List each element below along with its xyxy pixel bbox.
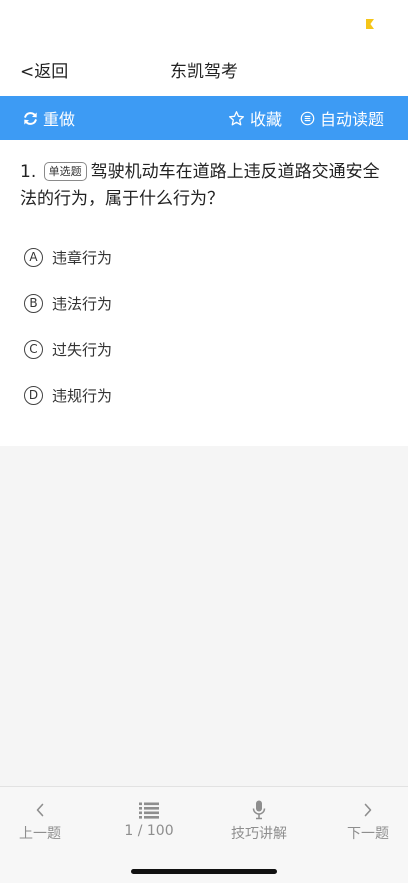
favorite-label: 收藏 [250,110,283,129]
option-b-text: 违法行为 [52,294,113,313]
star-outline-icon [228,110,245,127]
option-d-text: 违规行为 [52,386,113,405]
chevron-right-icon [323,799,408,821]
question-card: 1. 单选题 驾驶机动车在道路上违反道路交通安全法的行为，属于什么行为？ A 违章… [0,140,408,446]
list-icon [104,799,194,821]
option-a-text: 违章行为 [52,248,113,267]
redo-label: 重做 [43,110,76,129]
option-d[interactable]: D 违规行为 [24,383,112,407]
chevron-left-icon [0,799,85,821]
auto-read-button[interactable]: 自动读题 [300,96,384,140]
auto-read-label: 自动读题 [320,110,385,129]
home-indicator [131,869,277,874]
option-c-text: 过失行为 [52,340,113,359]
prev-question-button[interactable]: 上一题 [0,795,85,845]
page-title: 东凯驾考 [170,62,238,82]
nav-bar: <返回 东凯驾考 [0,48,408,96]
option-c[interactable]: C 过失行为 [24,337,112,361]
option-a[interactable]: A 违章行为 [24,245,112,269]
status-bar [0,0,408,48]
progress-label: 1 / 100 [124,823,174,839]
refresh-icon [23,111,38,126]
microphone-icon [214,799,304,821]
redo-button[interactable]: 重做 [23,96,75,140]
question-number: 1. [20,162,37,182]
next-question-label: 下一题 [347,826,389,842]
question-list-button[interactable]: 1 / 100 [104,795,194,845]
option-d-letter: D [24,385,43,405]
toolbar: 重做 收藏 自动读题 [0,96,408,140]
favorite-button[interactable]: 收藏 [228,96,282,140]
option-c-letter: C [24,339,43,359]
list-circle-icon [300,111,315,126]
tips-explanation-label: 技巧讲解 [231,826,287,842]
option-b-letter: B [24,293,43,313]
tips-explanation-button[interactable]: 技巧讲解 [214,795,304,845]
prev-question-label: 上一题 [19,826,61,842]
status-flag-icon [366,19,374,29]
next-question-button[interactable]: 下一题 [323,795,408,845]
question-text-block: 1. 单选题 驾驶机动车在道路上违反道路交通安全法的行为，属于什么行为？ [20,159,388,213]
option-b[interactable]: B 违法行为 [24,291,112,315]
option-a-letter: A [24,247,43,267]
question-type-badge: 单选题 [43,162,87,181]
